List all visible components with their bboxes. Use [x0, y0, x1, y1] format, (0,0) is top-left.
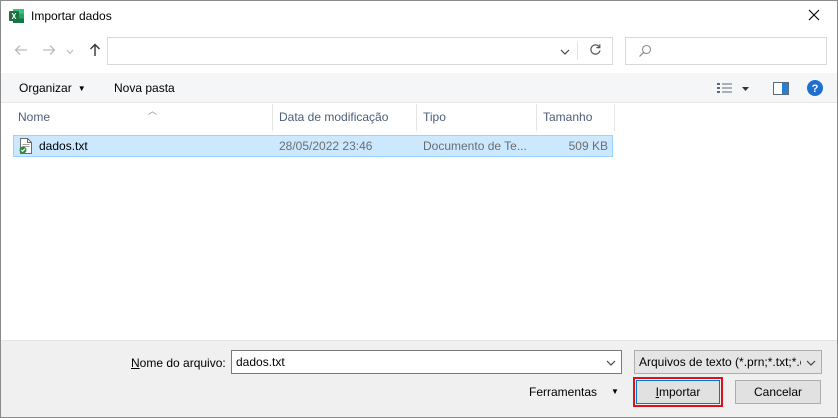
recent-locations-button[interactable] — [65, 43, 75, 59]
refresh-icon — [589, 43, 602, 59]
file-list: Nome ︿ Data de modificação Tipo Tamanho — [1, 104, 837, 340]
view-options-icon — [717, 83, 753, 99]
caret-down-icon: ▼ — [77, 84, 86, 94]
chevron-down-icon — [66, 44, 74, 58]
filter-dropdown-button[interactable] — [803, 354, 819, 370]
filename-input[interactable]: dados.txt — [231, 350, 622, 374]
address-separator — [577, 42, 578, 60]
back-arrow-icon — [14, 44, 28, 59]
column-header-date-label: Data de modificação — [279, 110, 389, 124]
search-box[interactable] — [625, 37, 827, 65]
organize-menu-button[interactable]: Organizar ▼ — [19, 81, 86, 95]
chevron-down-icon — [606, 355, 616, 369]
dialog-footer: Nome do arquivo: dados.txt Arquivos de t… — [1, 340, 837, 417]
chevron-down-icon — [806, 355, 816, 369]
refresh-button[interactable] — [582, 38, 608, 64]
view-options-button[interactable] — [717, 82, 753, 96]
close-button[interactable] — [791, 1, 837, 31]
sort-ascending-icon: ︿ — [148, 106, 158, 116]
column-header-size[interactable]: Tamanho — [537, 104, 615, 131]
chevron-down-icon — [560, 44, 570, 58]
cancel-button[interactable]: Cancelar — [735, 380, 821, 404]
import-label: mportar — [659, 385, 701, 399]
filename-label-text: ome do arquivo: — [139, 356, 226, 370]
address-dropdown-button[interactable] — [556, 38, 574, 64]
search-icon — [638, 44, 652, 61]
column-header-type[interactable]: Tipo — [417, 104, 537, 131]
back-button[interactable] — [13, 43, 29, 59]
title-bar: Importar dados — [1, 1, 837, 31]
up-arrow-icon — [89, 43, 101, 60]
column-header-size-label: Tamanho — [543, 110, 593, 124]
import-data-dialog: Importar dados Organizar ▼ Nova pasta ? … — [0, 0, 838, 418]
file-type: Documento de Te... — [423, 139, 527, 153]
up-button[interactable] — [87, 43, 103, 59]
address-input[interactable] — [112, 42, 552, 60]
preview-pane-icon — [773, 82, 789, 98]
column-header-name-label: Nome — [18, 110, 51, 124]
organize-label: Organizar — [19, 81, 72, 95]
filename-label-accesskey: N — [131, 356, 140, 370]
help-icon: ? — [807, 80, 823, 99]
filename-value: dados.txt — [236, 355, 285, 369]
file-type-filter-value: Arquivos de texto (*.prn;*.txt;*.csv) — [639, 355, 801, 369]
window-title: Importar dados — [31, 9, 112, 23]
caret-down-icon[interactable]: ▼ — [611, 387, 619, 396]
file-name: dados.txt — [39, 139, 88, 153]
column-header-date[interactable]: Data de modificação — [273, 104, 417, 131]
filename-dropdown-button[interactable] — [603, 354, 619, 370]
filename-label: Nome do arquivo: — [131, 356, 226, 370]
import-button[interactable]: Importar — [633, 377, 723, 407]
address-bar[interactable] — [107, 37, 613, 65]
preview-pane-button[interactable] — [773, 82, 789, 95]
file-row[interactable]: dados.txt 28/05/2022 23:46 Documento de … — [13, 135, 613, 157]
help-button[interactable]: ? — [807, 80, 823, 96]
text-file-icon — [18, 138, 34, 154]
column-header-type-label: Tipo — [423, 110, 446, 124]
file-type-filter[interactable]: Arquivos de texto (*.prn;*.txt;*.csv) — [634, 350, 822, 374]
excel-icon — [9, 8, 25, 24]
file-size: 509 KB — [568, 139, 608, 153]
tools-menu-button[interactable]: Ferramentas — [529, 385, 597, 399]
file-date: 28/05/2022 23:46 — [279, 139, 373, 153]
svg-text:?: ? — [812, 83, 819, 95]
search-input[interactable] — [658, 42, 818, 60]
command-bar: Organizar ▼ Nova pasta ? — [1, 73, 837, 103]
close-icon — [808, 9, 820, 24]
column-header-name[interactable]: Nome ︿ — [12, 104, 273, 131]
forward-button[interactable] — [41, 43, 57, 59]
forward-arrow-icon — [42, 44, 56, 59]
new-folder-button[interactable]: Nova pasta — [114, 81, 175, 95]
